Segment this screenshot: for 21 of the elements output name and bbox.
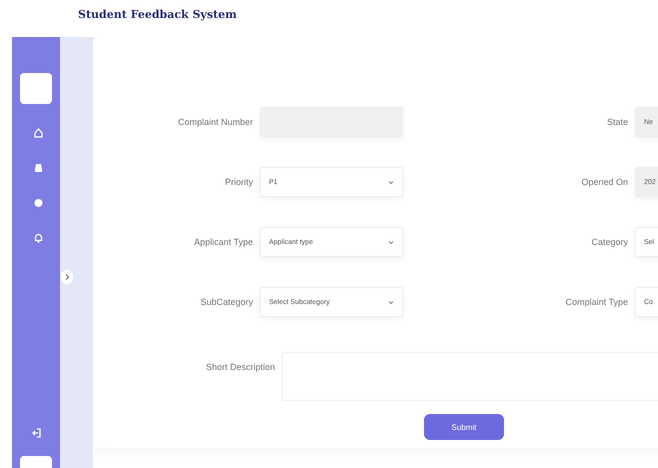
app-title: Student Feedback System bbox=[78, 8, 237, 21]
field-label: SubCategory bbox=[199, 297, 253, 307]
submit-button[interactable]: Submit bbox=[424, 414, 504, 440]
footer-tile[interactable] bbox=[20, 456, 52, 468]
field-label: Category bbox=[590, 237, 628, 247]
field-label: Priority bbox=[224, 177, 253, 187]
field-label: Complaint Number bbox=[176, 117, 253, 127]
home-icon[interactable] bbox=[34, 128, 42, 138]
field-label: Short Description bbox=[204, 361, 275, 374]
caret-icon bbox=[388, 300, 394, 304]
logout-icon[interactable] bbox=[32, 428, 40, 438]
field-label: State bbox=[606, 117, 628, 127]
field-label: Applicant Type bbox=[193, 237, 253, 247]
field-label: Opened On bbox=[580, 177, 628, 187]
profile-tile[interactable] bbox=[20, 73, 52, 104]
expand-toggle-icon[interactable] bbox=[61, 270, 73, 284]
blob-icon[interactable] bbox=[34, 198, 42, 208]
caret-icon bbox=[388, 180, 394, 184]
field-label: Complaint Type bbox=[564, 297, 628, 307]
caret-icon bbox=[388, 240, 394, 244]
bell-icon[interactable] bbox=[34, 233, 42, 243]
